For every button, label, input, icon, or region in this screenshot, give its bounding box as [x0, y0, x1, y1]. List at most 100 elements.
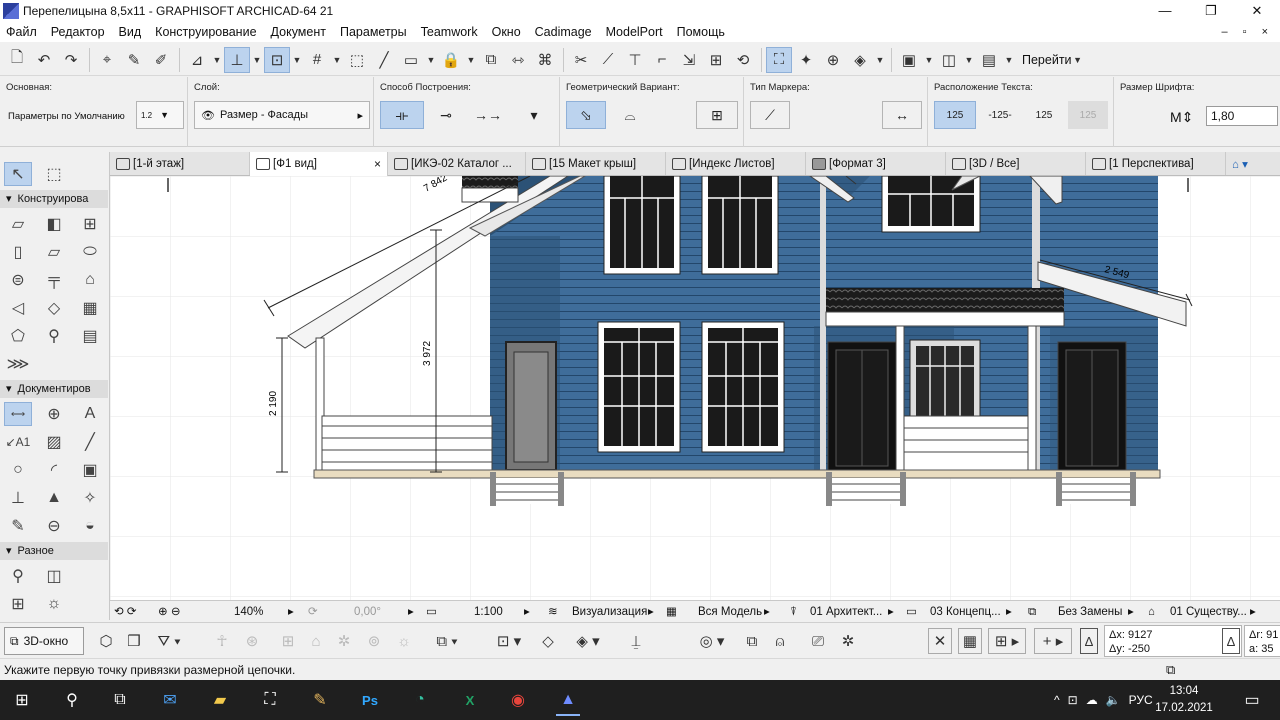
dimension-settings-button[interactable]: 1.2 ▼ [136, 101, 184, 129]
close-button[interactable]: ✕ [1234, 0, 1280, 22]
group-icon[interactable]: ⧉ [478, 47, 504, 73]
find-select-icon[interactable]: ⌖ [94, 47, 120, 73]
delta-icon[interactable]: Δ [1080, 628, 1098, 654]
sun-3d-icon[interactable]: ☼ [392, 628, 416, 654]
cursor-snap-icon[interactable]: ✕ [928, 628, 952, 654]
undo-icon[interactable]: ↶ [31, 47, 57, 73]
orbit-icon[interactable]: ⊛ [240, 628, 264, 654]
explore-icon[interactable]: ⊚ [362, 628, 386, 654]
menu-options[interactable]: Параметры [333, 22, 414, 42]
marquee-3d-icon[interactable]: ⌂ [304, 628, 328, 654]
clock[interactable]: 13:04 17.02.2021 [1150, 683, 1218, 717]
text-custom-option[interactable]: 125 [1068, 101, 1108, 129]
shell-tool-icon[interactable]: ◁ [4, 296, 32, 320]
redo-icon[interactable]: ↷ [58, 47, 84, 73]
chevron-down-icon[interactable]: ▼ [923, 47, 935, 73]
pen-set-value[interactable]: 03 Концепц... [930, 601, 1001, 623]
angle-value[interactable]: 0,00° [354, 601, 381, 623]
tab-3d-all[interactable]: [3D / Все] [946, 152, 1086, 175]
wall-tool-icon[interactable]: ▱ [4, 212, 32, 236]
column-tool-icon[interactable]: ▯ [4, 240, 32, 264]
text-tool-icon[interactable]: A [76, 402, 104, 426]
onedrive-icon[interactable]: ☁ [1086, 693, 1098, 707]
railing-tool-icon[interactable]: ╤ [40, 268, 68, 292]
window-tool-icon[interactable]: ⊞ [76, 212, 104, 236]
layer-combo-value[interactable]: 01 Архитект... [810, 601, 882, 623]
style-3d-icon[interactable]: ◇ [536, 628, 560, 654]
search-icon[interactable]: ⚲ [52, 684, 92, 716]
dimension-icon[interactable]: ⇿ [505, 47, 531, 73]
3d-cube-icon[interactable]: ❒ [122, 628, 146, 654]
chevron-right-icon[interactable]: ▸ [1006, 601, 1012, 623]
tab-elevation[interactable]: [Ф1 вид] × [250, 152, 388, 176]
delta-polar-icon[interactable]: Δ [1222, 628, 1240, 654]
3d-box-icon[interactable]: ⬡ [94, 628, 118, 654]
grid-system-icon[interactable]: ⊞ [4, 592, 32, 616]
guide-lines-icon[interactable]: ⊥ [224, 46, 250, 73]
chevron-right-icon[interactable]: ▸ [408, 601, 414, 623]
tab-sheet-index[interactable]: [Индекс Листов] [666, 152, 806, 175]
chevron-right-icon[interactable]: ▸ [888, 601, 894, 623]
chevron-right-icon[interactable]: ▸ [1128, 601, 1134, 623]
change-marker-icon[interactable]: ◫ [40, 564, 68, 588]
mdi-window-controls[interactable]: – ▫ × [1221, 22, 1274, 42]
intersect-icon[interactable]: ⊤ [622, 47, 648, 73]
worksheet-tool-icon[interactable]: ◒ [76, 514, 104, 538]
section-misc[interactable]: Разное [0, 542, 108, 560]
elevation-marker-icon[interactable]: ⊥ [4, 486, 32, 510]
menu-help[interactable]: Помощь [670, 22, 732, 42]
text-inline-option[interactable]: -125- [980, 101, 1020, 129]
relative-construction-icon[interactable]: ⊞ ▸ [988, 628, 1026, 654]
undo-view-icon[interactable]: ⟲ ⟳ [114, 601, 136, 623]
goto-menu[interactable]: Перейти [1022, 53, 1072, 67]
level-dimension-icon[interactable]: ⊕ [40, 402, 68, 426]
door-tool-icon[interactable]: ◧ [40, 212, 68, 236]
chevron-right-icon[interactable]: ▸ [524, 601, 530, 623]
arc-tool-icon[interactable]: ◜ [40, 458, 68, 482]
walk-icon[interactable]: ☥ [210, 628, 234, 654]
skylight-tool-icon[interactable]: ◇ [40, 296, 68, 320]
tab-list-menu[interactable]: ⌂ ▾ [1226, 152, 1280, 175]
chevron-up-icon[interactable]: ^ [1054, 693, 1060, 707]
fill-icon[interactable]: ◈ [847, 47, 873, 73]
chevron-right-icon[interactable]: ▸ [288, 601, 294, 623]
lights-icon[interactable]: ⍝ [768, 628, 792, 654]
menu-teamwork[interactable]: Teamwork [414, 22, 485, 42]
linear-dimension-icon[interactable]: ⟛ [380, 101, 424, 129]
drawing-tool-icon[interactable]: ✎ [4, 514, 32, 538]
grid-snap-icon[interactable]: # [304, 47, 330, 73]
eyedropper-icon[interactable]: ✎ [121, 47, 147, 73]
magic-wand-icon[interactable]: ✦ [793, 47, 819, 73]
tab-catalog[interactable]: [ИКЭ-02 Каталог ... [388, 152, 526, 175]
arc-variant-icon[interactable]: ⌓ [610, 101, 650, 129]
scale-value[interactable]: 1:100 [474, 601, 503, 623]
chevron-down-icon[interactable]: ▼ [251, 47, 263, 73]
chevron-down-icon[interactable]: ▼ [291, 47, 303, 73]
slab-tool-icon[interactable]: ⬭ [76, 240, 104, 264]
marquee-icon[interactable]: ⬚ [40, 162, 68, 186]
mail-icon[interactable]: ✉ [150, 684, 190, 716]
volume-icon[interactable]: 🔈 [1106, 693, 1121, 707]
layer-selector[interactable]: 👁 Размер - Фасады ▸ [194, 101, 370, 129]
publisher-icon[interactable]: ▤ [976, 47, 1002, 73]
beam-tool-icon[interactable]: ⏥ [40, 240, 68, 264]
pencil-icon[interactable]: ╱ [371, 47, 397, 73]
menu-cadimage[interactable]: Cadimage [528, 22, 599, 42]
coordinate-mode-icon[interactable]: + ▸ [1034, 628, 1072, 654]
photoshop-icon[interactable]: Ps [350, 684, 390, 716]
movie-icon[interactable]: ⎚ [806, 628, 830, 654]
file-explorer-icon[interactable]: ▰ [200, 684, 240, 716]
section-construction[interactable]: Конструирова [0, 190, 108, 208]
chevron-down-icon[interactable]: ▼ [1072, 47, 1084, 73]
excel-icon[interactable]: X [450, 684, 490, 716]
minimize-button[interactable]: — [1142, 0, 1188, 22]
camera-icon[interactable]: ◎ ▾ [692, 628, 732, 654]
trim-icon[interactable]: ✂ [568, 47, 594, 73]
window-toggle-icon[interactable]: ⧉ [1166, 659, 1175, 681]
store-icon[interactable]: ⛶ [250, 684, 290, 716]
grid-element-icon[interactable]: ⚲ [4, 564, 32, 588]
text-below-option[interactable]: 125 [1024, 101, 1064, 129]
render-3d-icon[interactable]: ◈ ▾ [568, 628, 608, 654]
fillet-icon[interactable]: ⌐ [649, 47, 675, 73]
snap-points-icon[interactable]: ⊡ [264, 46, 290, 73]
